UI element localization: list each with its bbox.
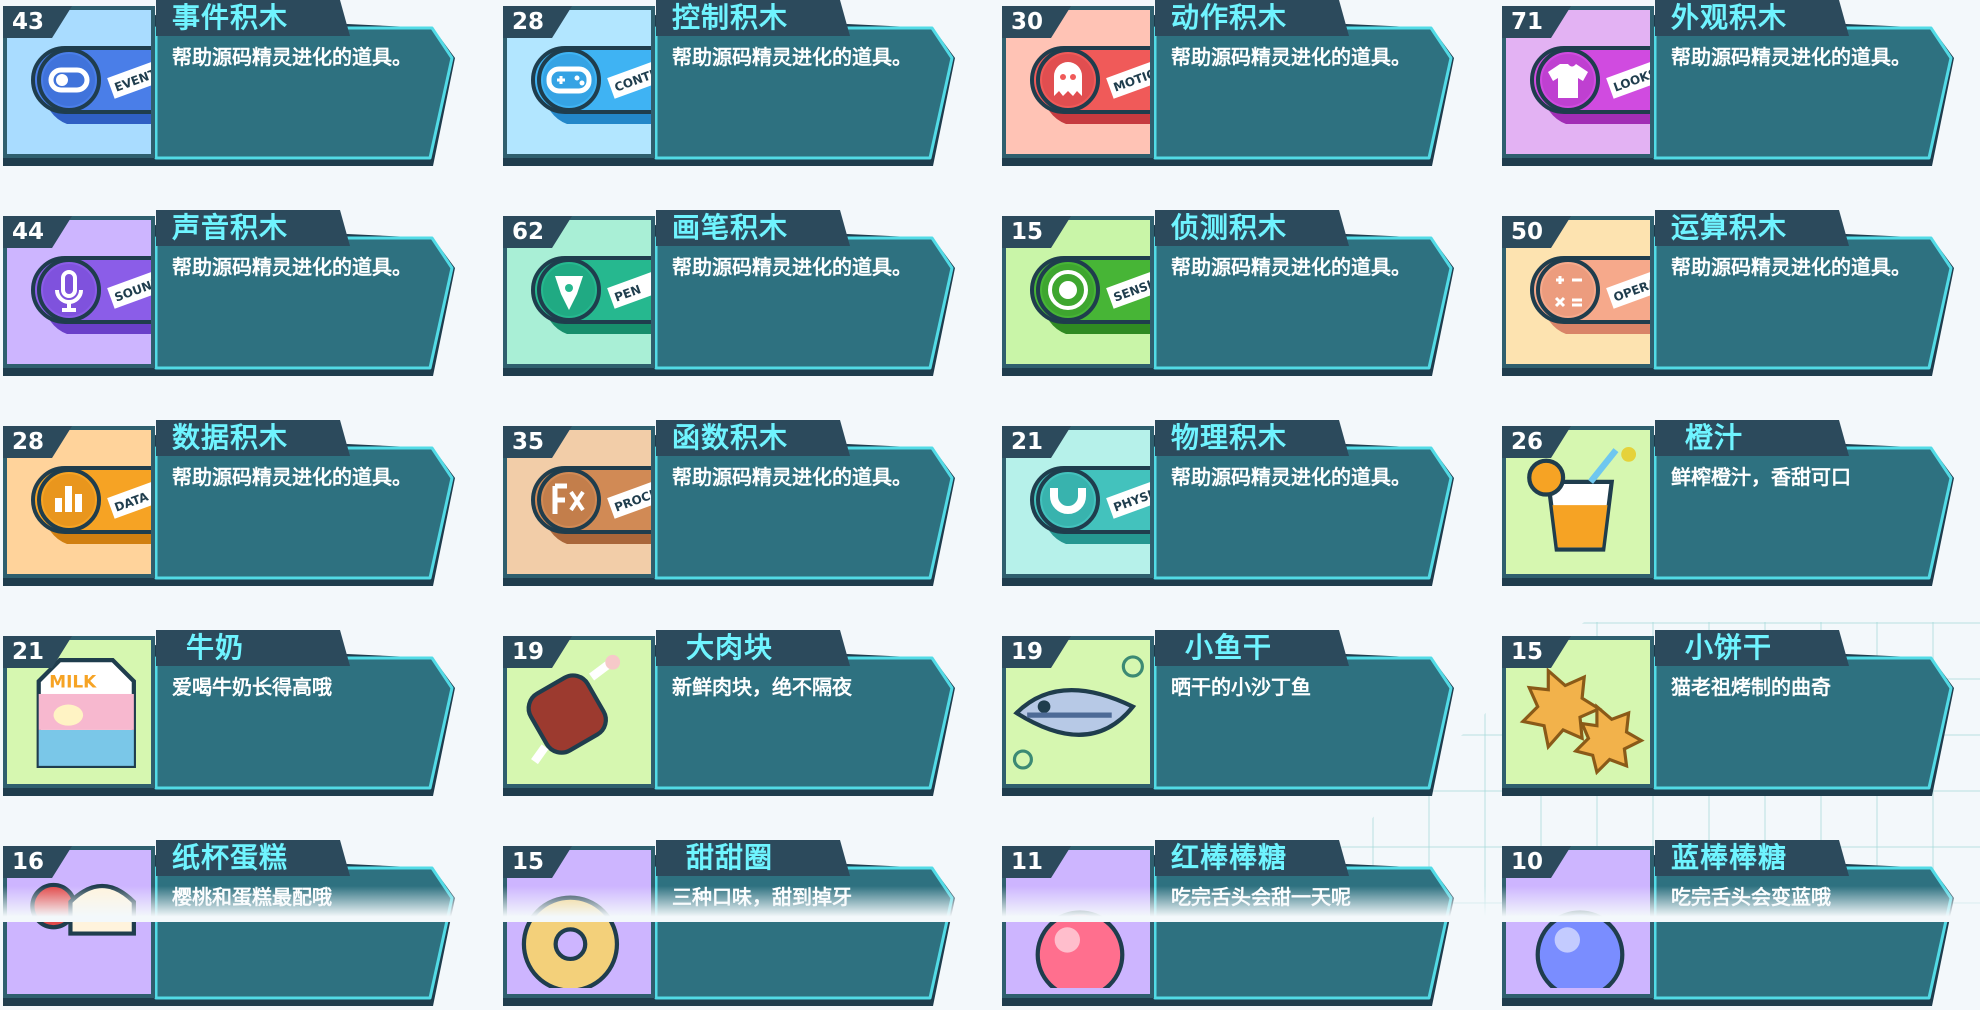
item-name: 函数积木 <box>672 421 789 454</box>
item-description: 爱喝牛奶长得高哦 <box>172 675 332 699</box>
item-card[interactable]: 26 橙汁 鲜榨橙汁，香甜可口 <box>1499 420 1959 586</box>
item-name: 动作积木 <box>1171 1 1288 34</box>
item-description: 帮助源码精灵进化的道具。 <box>672 45 912 69</box>
bottom-fade <box>0 886 1980 922</box>
item-description: 新鲜肉块，绝不隔夜 <box>672 675 852 699</box>
magnet-icon: PHYSICS <box>1030 466 1150 544</box>
item-description: 帮助源码精灵进化的道具。 <box>1671 255 1911 279</box>
item-card[interactable]: SOUND 44 声音积木 帮助源码精灵进化的道具。 <box>0 210 460 376</box>
item-description: 猫老祖烤制的曲奇 <box>1671 675 1831 699</box>
item-name: 控制积木 <box>672 1 789 34</box>
bar-chart-icon: DATA <box>31 466 151 544</box>
item-description: 帮助源码精灵进化的道具。 <box>1671 45 1911 69</box>
microphone-icon: SOUND <box>31 256 151 334</box>
item-description: 帮助源码精灵进化的道具。 <box>1171 45 1411 69</box>
svg-text:MILK: MILK <box>49 672 97 692</box>
function-icon: PROCEDURE <box>531 466 651 544</box>
item-name: 小饼干 <box>1685 631 1773 664</box>
item-card[interactable]: PEN 62 画笔积木 帮助源码精灵进化的道具。 <box>500 210 960 376</box>
item-name: 甜甜圈 <box>686 841 774 874</box>
item-card[interactable]: PROCEDURE 35 函数积木 帮助源码精灵进化的道具。 <box>500 420 960 586</box>
item-name: 红棒棒糖 <box>1171 841 1288 874</box>
gamepad-icon: CONTROL <box>531 46 651 124</box>
item-card[interactable]: MILK 21 牛奶 爱喝牛奶长得高哦 <box>0 630 460 796</box>
item-grid: EVENTS 43 事件积木 帮助源码精灵进化的道具。 CONTROL 28 控… <box>0 0 1980 1006</box>
item-card[interactable]: DATA 28 数据积木 帮助源码精灵进化的道具。 <box>0 420 460 586</box>
item-name: 牛奶 <box>186 631 245 664</box>
calculator-icon: OPERATOR <box>1530 256 1650 334</box>
ghost-icon: MOTION <box>1030 46 1150 124</box>
item-card[interactable]: OPERATOR 50 运算积木 帮助源码精灵进化的道具。 <box>1499 210 1959 376</box>
item-name: 侦测积木 <box>1171 211 1288 244</box>
item-name: 数据积木 <box>172 421 289 454</box>
item-card[interactable]: LOOKS 71 外观积木 帮助源码精灵进化的道具。 <box>1499 0 1959 166</box>
pen-icon: PEN <box>531 256 651 334</box>
item-name: 纸杯蛋糕 <box>172 841 289 874</box>
item-name: 声音积木 <box>172 211 289 244</box>
item-description: 帮助源码精灵进化的道具。 <box>172 45 412 69</box>
item-card[interactable]: EVENTS 43 事件积木 帮助源码精灵进化的道具。 <box>0 0 460 166</box>
item-name: 蓝棒棒糖 <box>1671 841 1788 874</box>
item-card[interactable]: CONTROL 28 控制积木 帮助源码精灵进化的道具。 <box>500 0 960 166</box>
item-card[interactable]: 15 小饼干 猫老祖烤制的曲奇 <box>1499 630 1959 796</box>
item-description: 晒干的小沙丁鱼 <box>1171 675 1311 699</box>
item-name: 橙汁 <box>1685 421 1744 454</box>
item-description: 鲜榨橙汁，香甜可口 <box>1671 465 1851 489</box>
item-name: 外观积木 <box>1671 1 1788 34</box>
item-name: 物理积木 <box>1171 421 1288 454</box>
item-name: 事件积木 <box>172 1 289 34</box>
item-card[interactable]: 19 大肉块 新鲜肉块，绝不隔夜 <box>500 630 960 796</box>
item-name: 小鱼干 <box>1185 631 1273 664</box>
item-name: 运算积木 <box>1671 211 1788 244</box>
item-name: 画笔积木 <box>672 211 789 244</box>
target-icon: SENSING <box>1030 256 1150 334</box>
item-card[interactable]: PHYSICS 21 物理积木 帮助源码精灵进化的道具。 <box>999 420 1459 586</box>
item-description: 帮助源码精灵进化的道具。 <box>172 465 412 489</box>
item-description: 帮助源码精灵进化的道具。 <box>1171 465 1411 489</box>
item-card[interactable]: 19 小鱼干 晒干的小沙丁鱼 <box>999 630 1459 796</box>
item-card[interactable]: MOTION 30 动作积木 帮助源码精灵进化的道具。 <box>999 0 1459 166</box>
item-description: 帮助源码精灵进化的道具。 <box>672 255 912 279</box>
toggle-icon: EVENTS <box>31 46 151 124</box>
shirt-icon: LOOKS <box>1530 46 1650 124</box>
item-name: 大肉块 <box>686 631 774 664</box>
item-description: 帮助源码精灵进化的道具。 <box>172 255 412 279</box>
item-description: 帮助源码精灵进化的道具。 <box>1171 255 1411 279</box>
item-card[interactable]: SENSING 15 侦测积木 帮助源码精灵进化的道具。 <box>999 210 1459 376</box>
item-description: 帮助源码精灵进化的道具。 <box>672 465 912 489</box>
